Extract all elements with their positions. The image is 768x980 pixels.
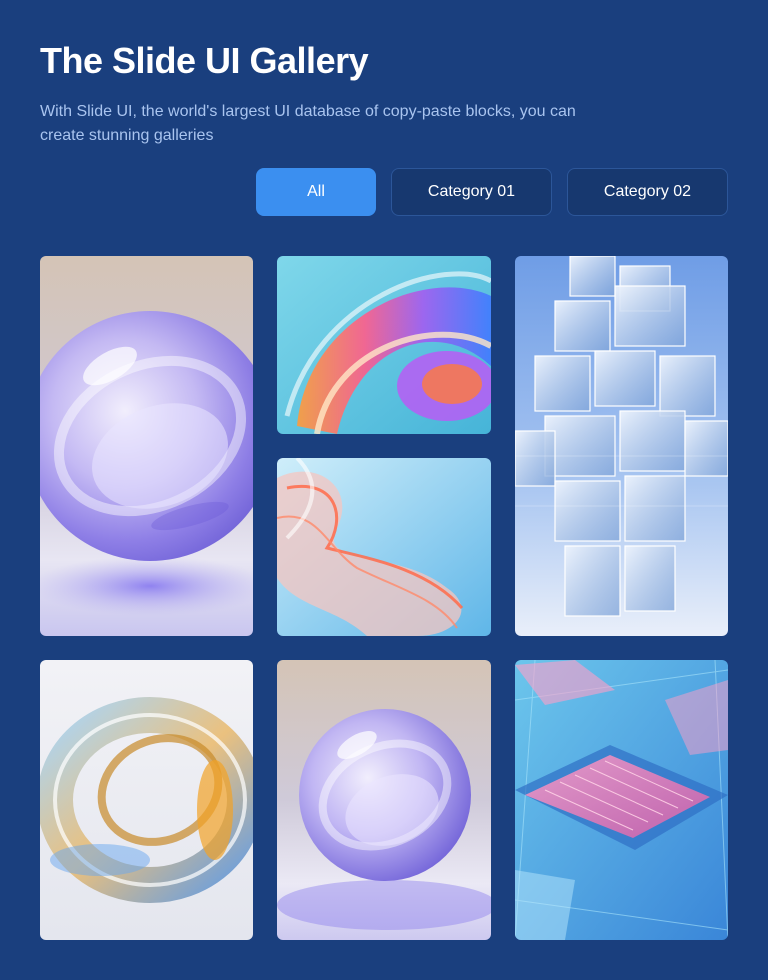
page-subtitle: With Slide UI, the world's largest UI da… <box>40 103 576 144</box>
glass-sphere-image <box>40 256 253 636</box>
gallery-image-glass-ring[interactable] <box>40 660 253 940</box>
glass-ring-image <box>40 660 253 940</box>
circuit-chip-image <box>515 660 728 940</box>
filter-category-01-button[interactable]: Category 01 <box>391 168 552 216</box>
gallery-image-glass-ribbon[interactable] <box>277 458 491 636</box>
cube-tower-image <box>515 256 728 636</box>
gallery-image-glass-sphere-small[interactable] <box>277 660 491 940</box>
glass-ribbon-image <box>277 458 491 636</box>
rainbow-swirl-image <box>277 256 491 434</box>
page-title: The Slide UI Gallery <box>40 40 369 81</box>
gallery-image-glass-sphere[interactable] <box>40 256 253 636</box>
filter-all-button[interactable]: All <box>256 168 376 216</box>
filter-category-02-button[interactable]: Category 02 <box>567 168 728 216</box>
gallery-image-circuit-chip[interactable] <box>515 660 728 940</box>
glass-sphere-small-image <box>277 660 491 940</box>
gallery-image-rainbow-swirl[interactable] <box>277 256 491 434</box>
gallery-image-cube-tower[interactable] <box>515 256 728 636</box>
